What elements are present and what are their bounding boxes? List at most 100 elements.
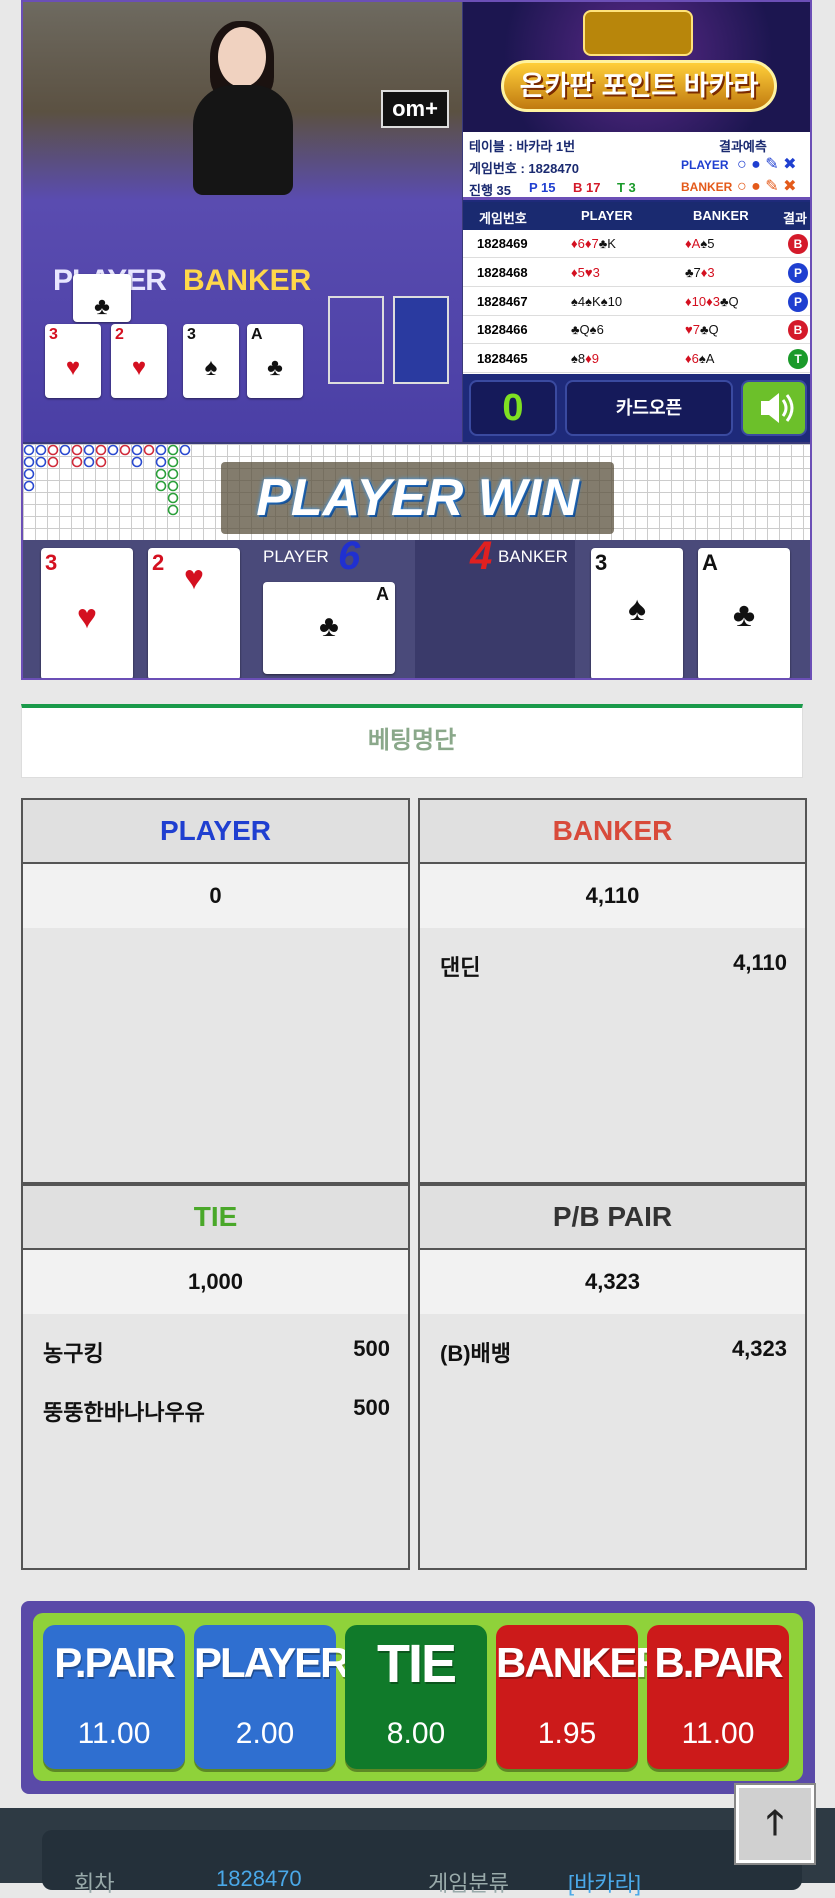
road-bead xyxy=(155,468,167,480)
player-card-2: 2 ♥ xyxy=(148,548,240,678)
result-row: 1828467 ♠4♠K♠10 ♦10♦3♣Q P xyxy=(463,288,810,316)
predict-player-label: PLAYER xyxy=(681,158,729,172)
road-bead xyxy=(23,444,35,456)
player-bets-box: PLAYER 0 xyxy=(21,798,410,1184)
road-bead xyxy=(167,468,179,480)
predict-player-icons[interactable]: ○ ● ✎ ✖ xyxy=(737,154,796,174)
road-bead xyxy=(179,444,191,456)
progress-label: 진행 35 xyxy=(469,183,511,198)
result-banker-cards: ♥7♣Q xyxy=(685,322,719,338)
result-badge: B xyxy=(788,234,808,254)
results-table: 게임번호 PLAYER BANKER 결과 1828469 ♦6♦7♣K ♦A♠5 B… xyxy=(463,202,810,374)
ppair-bet-button[interactable]: P.PAIR 11.00 xyxy=(43,1625,185,1769)
predict-banker-label: BANKER xyxy=(681,180,733,194)
player-bet-button[interactable]: PLAYER 2.00 xyxy=(194,1625,351,1769)
box-title: TIE xyxy=(23,1186,408,1250)
banker-score: 4 xyxy=(470,534,493,578)
game-info: 테이블 : 바카라 1번 결과예측 게임번호 : 1828470 PLAYER … xyxy=(463,132,810,200)
dealer-figure xyxy=(188,21,298,195)
control-bar: 0 카드오픈 xyxy=(463,374,810,442)
table-card: 3 ♥ xyxy=(45,324,101,398)
result-banker-cards: ♦A♠5 xyxy=(685,236,715,251)
road-bead xyxy=(167,492,179,504)
card-slot xyxy=(328,296,384,384)
slot-machine-icon xyxy=(583,10,693,56)
banker-bet-button[interactable]: BANKER 1.95 xyxy=(496,1625,666,1769)
brand-sign: om+ xyxy=(381,90,449,128)
result-player-cards: ♦5♥3 xyxy=(571,264,600,280)
road-bead xyxy=(35,444,47,456)
road-bead xyxy=(83,456,95,468)
result-game-no: 1828465 xyxy=(477,351,528,367)
road-bead xyxy=(47,456,59,468)
col-game-no: 게임번호 xyxy=(479,211,527,226)
road-bead xyxy=(167,480,179,492)
counter-display: 0 xyxy=(469,380,557,436)
road-bead xyxy=(155,456,167,468)
results-header: 게임번호 PLAYER BANKER 결과 xyxy=(463,202,810,230)
bet-entry: 뚱뚱한바나나우유 500 xyxy=(43,1395,390,1425)
box-total: 4,110 xyxy=(420,864,805,928)
road-bead xyxy=(95,456,107,468)
road-bead xyxy=(83,444,95,456)
round-info-panel: 회차 1828470 게임분류 [바카라] xyxy=(0,1808,835,1896)
result-game-no: 1828469 xyxy=(477,236,528,251)
road-bead xyxy=(167,456,179,468)
player-score-label: PLAYER xyxy=(263,547,329,566)
banner-sign: 온카판 포인트 바카라 xyxy=(501,60,777,112)
road-bead xyxy=(59,444,71,456)
result-badge: P xyxy=(788,291,808,312)
road-bead xyxy=(131,444,143,456)
tie-bets-box: TIE 1,000 농구킹 500 뚱뚱한바나나우유 500 xyxy=(21,1184,410,1570)
type-label: 게임분류 xyxy=(428,1871,509,1896)
pair-bets-box: P/B PAIR 4,323 (B)배뱅 4,323 xyxy=(418,1184,807,1570)
box-title: PLAYER xyxy=(23,800,408,864)
player-score: 6 xyxy=(338,534,361,578)
table-card: 2 ♥ xyxy=(111,324,167,398)
predict-banker-icons[interactable]: ○ ● ✎ ✖ xyxy=(737,176,796,196)
result-player-cards: ♠4♠K♠10 xyxy=(571,293,623,309)
result-player-cards: ♣Q♠6 xyxy=(571,322,604,338)
speaker-icon[interactable] xyxy=(741,380,807,436)
predict-label: 결과예측 xyxy=(719,139,767,154)
table-card: A ♣ xyxy=(247,324,303,398)
card-open-button[interactable]: 카드오픈 xyxy=(565,380,733,436)
road-bead xyxy=(35,456,47,468)
result-player-cards: ♦6♦7♣K xyxy=(571,236,616,251)
bet-button-tray: P.PAIR 11.00 PLAYER 2.00 TIE 8.00 BANKER 1.9… xyxy=(33,1613,803,1781)
tie-bet-button[interactable]: TIE 8.00 xyxy=(345,1625,487,1769)
result-badge: P xyxy=(788,262,808,283)
win-banner: PLAYER WIN xyxy=(221,462,614,534)
road-bead xyxy=(167,444,179,456)
tie-count: T 3 xyxy=(617,180,636,195)
scroll-top-icon[interactable]: 🡑 xyxy=(736,1785,814,1863)
road-bead xyxy=(155,480,167,492)
game-number: 게임번호 : 1828470 xyxy=(469,161,580,176)
result-banker-cards: ♦6♠A xyxy=(685,351,715,367)
result-row: 1828466 ♣Q♠6 ♥7♣Q B xyxy=(463,316,810,345)
round-value: 1828470 xyxy=(216,1866,302,1891)
result-row: 1828469 ♦6♦7♣K ♦A♠5 B xyxy=(463,230,810,258)
player-count: P 15 xyxy=(529,180,556,195)
banker-card-1: 3 ♠ xyxy=(591,548,683,678)
banker-score-label: BANKER xyxy=(498,547,568,566)
road-bead xyxy=(95,444,107,456)
result-game-no: 1828467 xyxy=(477,293,528,309)
road-bead xyxy=(23,456,35,468)
result-badge: T xyxy=(788,349,808,370)
bpair-bet-button[interactable]: B.PAIR 11.00 xyxy=(647,1625,789,1769)
bet-entry: 농구킹 500 xyxy=(43,1336,390,1366)
player-card-1: 3 ♥ xyxy=(41,548,133,678)
result-game-no: 1828466 xyxy=(477,322,528,338)
type-value[interactable]: [바카라] xyxy=(568,1866,641,1898)
card-shoe xyxy=(393,296,449,384)
side-panel: 온카판 포인트 바카라 테이블 : 바카라 1번 결과예측 게임번호 : 182… xyxy=(463,2,810,442)
player-card-3: A ♣ xyxy=(263,582,395,674)
result-row: 1828468 ♦5♥3 ♣7♦3 P xyxy=(463,259,810,287)
bet-entry: 댄딘 4,110 xyxy=(440,950,787,980)
result-banker-cards: ♣7♦3 xyxy=(685,264,715,280)
banker-bets-box: BANKER 4,110 댄딘 4,110 xyxy=(418,798,807,1184)
road-bead xyxy=(167,504,179,516)
road-bead xyxy=(23,468,35,480)
banker-count: B 17 xyxy=(573,180,601,195)
